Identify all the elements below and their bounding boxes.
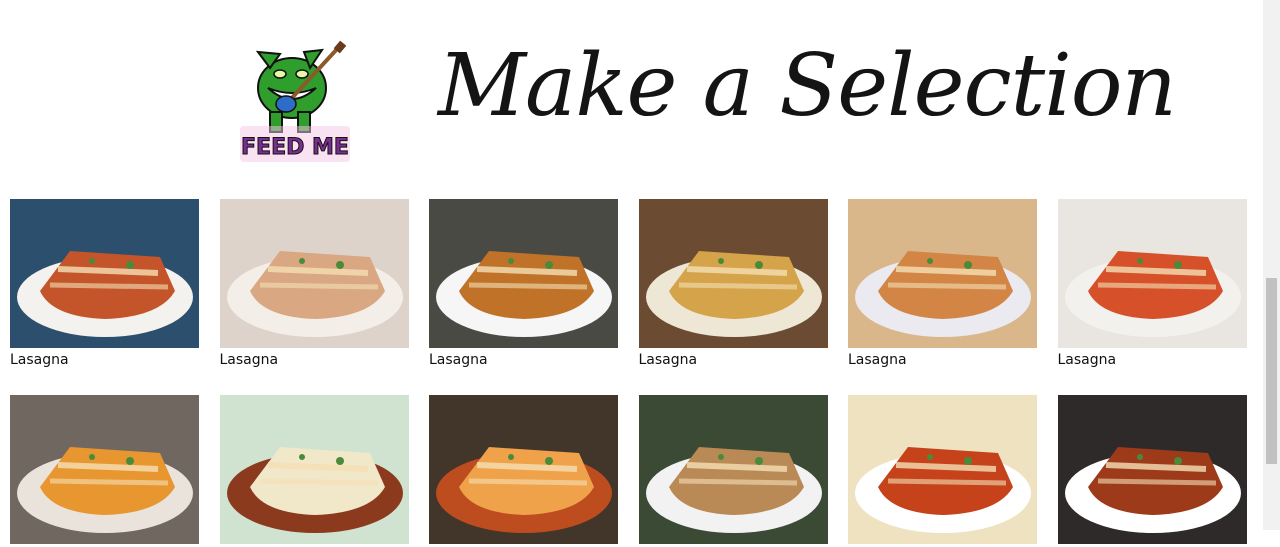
recipe-card[interactable]: Lasagna: [1057, 199, 1247, 369]
scrollbar-thumb[interactable]: [1266, 278, 1277, 464]
recipe-card[interactable]: Lasagna: [638, 199, 828, 369]
logo-text: FEED ME: [241, 135, 349, 160]
recipe-thumbnail[interactable]: [429, 395, 618, 544]
feed-me-logo: FEED ME: [236, 30, 354, 164]
recipe-card[interactable]: Lasagna: [10, 199, 199, 369]
recipe-card[interactable]: [429, 395, 618, 547]
recipe-thumbnail[interactable]: [638, 199, 828, 348]
recipe-card[interactable]: [219, 395, 409, 547]
recipe-card[interactable]: Lasagna: [429, 199, 618, 369]
recipe-name[interactable]: Lasagna: [848, 351, 1037, 369]
recipe-card[interactable]: [638, 395, 828, 547]
recipe-name[interactable]: Lasagna: [1058, 351, 1247, 369]
recipe-thumbnail[interactable]: [638, 395, 828, 544]
recipe-name[interactable]: Lasagna: [220, 351, 409, 369]
recipe-thumbnail[interactable]: [848, 395, 1037, 544]
recipe-card[interactable]: [848, 395, 1037, 547]
recipe-thumbnail[interactable]: [1057, 395, 1247, 544]
recipe-name[interactable]: Lasagna: [10, 351, 199, 369]
recipe-card[interactable]: Lasagna: [848, 199, 1037, 369]
recipe-thumbnail[interactable]: [848, 199, 1037, 348]
recipe-name[interactable]: Lasagna: [429, 351, 618, 369]
vertical-scrollbar[interactable]: [1263, 0, 1280, 530]
recipe-thumbnail[interactable]: [1057, 199, 1247, 348]
recipe-thumbnail[interactable]: [429, 199, 618, 348]
recipe-thumbnail[interactable]: [10, 395, 199, 544]
recipe-card[interactable]: [1057, 395, 1247, 547]
recipe-thumbnail[interactable]: [219, 199, 409, 348]
recipe-thumbnail[interactable]: [219, 395, 409, 544]
recipe-card[interactable]: Lasagna: [219, 199, 409, 369]
page-title: Make a Selection: [438, 36, 1177, 136]
recipe-thumbnail[interactable]: [10, 199, 199, 348]
recipe-card[interactable]: [10, 395, 199, 547]
recipe-name[interactable]: Lasagna: [639, 351, 828, 369]
